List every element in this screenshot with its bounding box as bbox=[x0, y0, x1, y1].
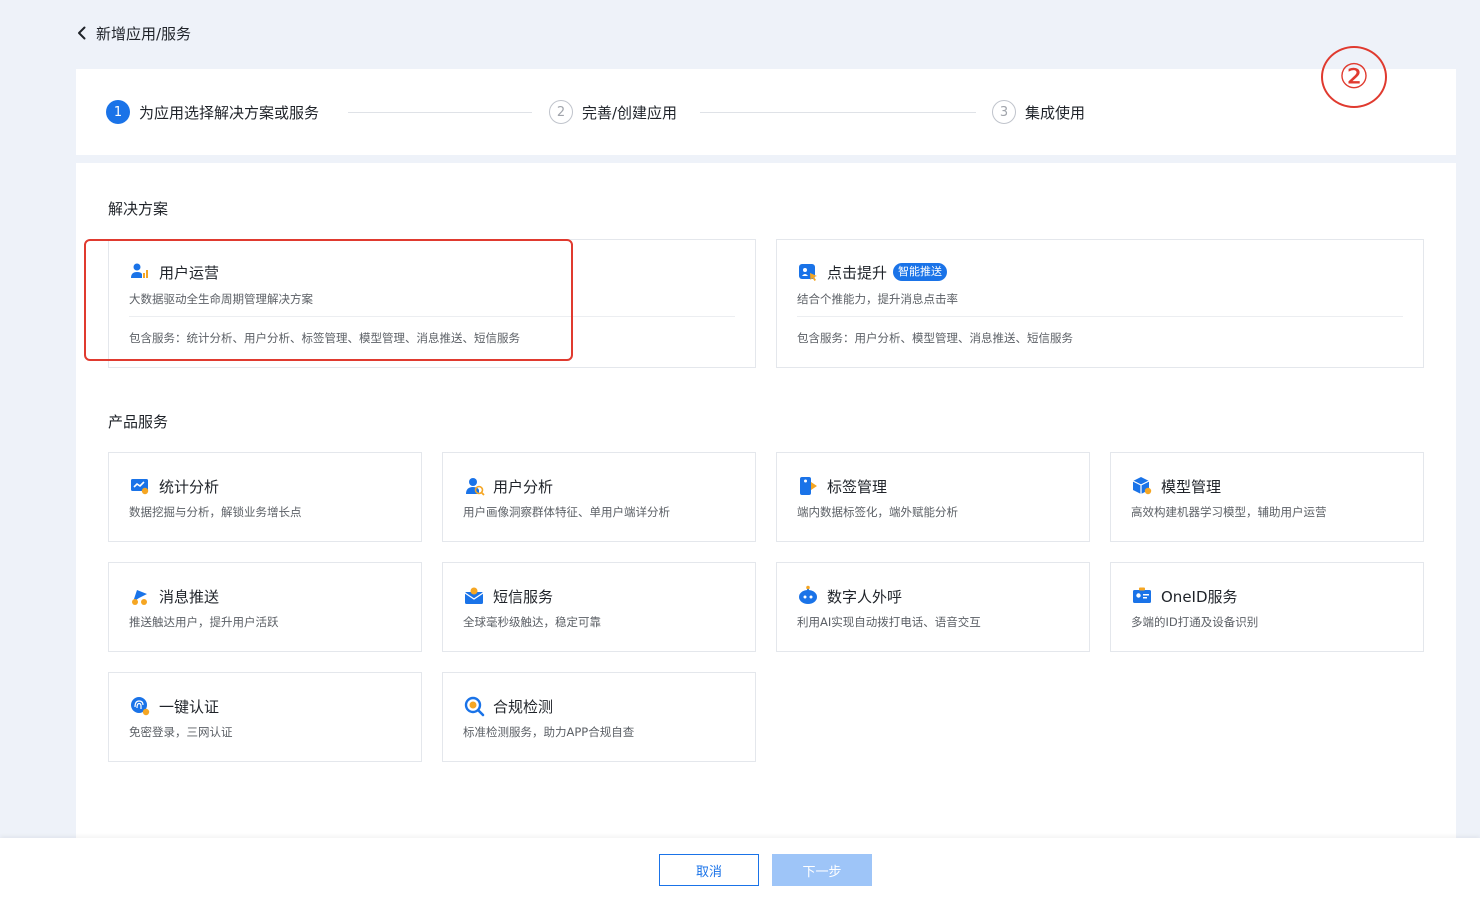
service-card-oneid[interactable]: OneID服务 多端的ID打通及设备识别 bbox=[1110, 562, 1424, 652]
card-header: 合规检测 bbox=[463, 695, 553, 717]
card-divider bbox=[129, 316, 735, 317]
card-title: 合规检测 bbox=[493, 697, 554, 716]
step-label: 完善/创建应用 bbox=[582, 103, 678, 122]
card-header: 短信服务 bbox=[463, 585, 553, 607]
card-divider bbox=[797, 316, 1403, 317]
card-title: 一键认证 bbox=[159, 697, 220, 716]
service-card-one-click-auth[interactable]: 一键认证 免密登录，三网认证 bbox=[108, 672, 422, 762]
step-number: 2 bbox=[549, 100, 573, 124]
card-description: 标准检测服务，助力APP合规自查 bbox=[463, 725, 635, 739]
card-header: 模型管理 bbox=[1131, 475, 1221, 497]
step-connector bbox=[700, 112, 976, 113]
card-title: 用户运营 bbox=[159, 263, 220, 282]
card-title: 数字人外呼 bbox=[827, 587, 903, 606]
fingerprint-icon bbox=[131, 697, 150, 716]
card-title: 统计分析 bbox=[159, 477, 220, 496]
smart-push-badge: 智能推送 bbox=[893, 263, 948, 281]
page-header: 新增应用/服务 bbox=[74, 22, 191, 44]
card-header: 一键认证 bbox=[129, 695, 219, 717]
user-operation-icon bbox=[131, 263, 148, 278]
card-title: OneID服务 bbox=[1161, 587, 1238, 606]
card-description: 数据挖掘与分析，解锁业务增长点 bbox=[129, 505, 302, 519]
step-label: 为应用选择解决方案或服务 bbox=[139, 103, 320, 122]
card-title: 标签管理 bbox=[827, 477, 888, 496]
card-services: 包含服务：统计分析、用户分析、标签管理、模型管理、消息推送、短信服务 bbox=[129, 331, 520, 345]
chevron-left-icon[interactable] bbox=[74, 25, 90, 41]
service-card-sms[interactable]: 短信服务 全球毫秒级触达，稳定可靠 bbox=[442, 562, 756, 652]
card-description: 免密登录，三网认证 bbox=[129, 725, 233, 739]
step-number: 3 bbox=[992, 100, 1016, 124]
footer-bar: 取消 下一步 bbox=[0, 838, 1480, 897]
cancel-button[interactable]: 取消 bbox=[659, 854, 759, 886]
push-icon bbox=[132, 590, 147, 605]
service-card-compliance[interactable]: 合规检测 标准检测服务，助力APP合规自查 bbox=[442, 672, 756, 762]
card-description: 全球毫秒级触达，稳定可靠 bbox=[463, 615, 601, 629]
compliance-check-icon bbox=[464, 696, 485, 717]
steps-bar: 1 为应用选择解决方案或服务 2 完善/创建应用 3 集成使用 bbox=[76, 69, 1456, 155]
service-card-digital-human[interactable]: 数字人外呼 利用AI实现自动拨打电话、语音交互 bbox=[776, 562, 1090, 652]
model-cube-icon bbox=[1132, 477, 1152, 495]
main-content: 解决方案 用户运营 大数据驱动全生命周期管理解决方案 包含服务：统计分析、用户分… bbox=[76, 163, 1456, 838]
section-title-products: 产品服务 bbox=[108, 413, 169, 431]
card-header: 标签管理 bbox=[797, 475, 887, 497]
step-3: 3 集成使用 bbox=[992, 100, 1085, 124]
step-label: 集成使用 bbox=[1025, 103, 1086, 122]
card-services: 包含服务：用户分析、模型管理、消息推送、短信服务 bbox=[797, 331, 1073, 345]
sms-icon bbox=[464, 587, 484, 604]
card-title: 模型管理 bbox=[1161, 477, 1222, 496]
next-step-button[interactable]: 下一步 bbox=[772, 854, 872, 886]
card-title: 消息推送 bbox=[159, 587, 220, 606]
statistics-icon bbox=[131, 479, 149, 495]
service-card-model[interactable]: 模型管理 高效构建机器学习模型，辅助用户运营 bbox=[1110, 452, 1424, 542]
tag-icon bbox=[800, 477, 817, 495]
card-description: 高效构建机器学习模型，辅助用户运营 bbox=[1131, 505, 1327, 519]
service-card-statistics[interactable]: 统计分析 数据挖掘与分析，解锁业务增长点 bbox=[108, 452, 422, 542]
service-card-push[interactable]: 消息推送 推送触达用户，提升用户活跃 bbox=[108, 562, 422, 652]
step-number: 1 bbox=[106, 100, 130, 124]
annotation-marker: ② bbox=[1321, 46, 1387, 108]
solution-card-click-boost[interactable]: 点击提升 智能推送 结合个推能力，提升消息点击率 包含服务：用户分析、模型管理、… bbox=[776, 239, 1424, 368]
card-description: 利用AI实现自动拨打电话、语音交互 bbox=[797, 615, 981, 629]
card-header: 用户分析 bbox=[463, 475, 553, 497]
solution-card-user-operation[interactable]: 用户运营 大数据驱动全生命周期管理解决方案 包含服务：统计分析、用户分析、标签管… bbox=[108, 239, 756, 368]
step-2: 2 完善/创建应用 bbox=[549, 100, 677, 124]
card-title: 点击提升 bbox=[827, 263, 888, 282]
card-header: 点击提升 智能推送 bbox=[797, 261, 948, 283]
card-header: 用户运营 bbox=[129, 261, 219, 283]
click-boost-icon bbox=[799, 264, 817, 281]
id-card-icon bbox=[1133, 587, 1151, 603]
card-description: 推送触达用户，提升用户活跃 bbox=[129, 615, 279, 629]
card-header: 消息推送 bbox=[129, 585, 219, 607]
card-header: OneID服务 bbox=[1131, 585, 1238, 607]
robot-call-icon bbox=[799, 585, 817, 604]
card-header: 数字人外呼 bbox=[797, 585, 902, 607]
card-description: 用户画像洞察群体特征、单用户端详分析 bbox=[463, 505, 670, 519]
card-description: 端内数据标签化，端外赋能分析 bbox=[797, 505, 958, 519]
card-header: 统计分析 bbox=[129, 475, 219, 497]
service-card-user-analysis[interactable]: 用户分析 用户画像洞察群体特征、单用户端详分析 bbox=[442, 452, 756, 542]
page-title: 新增应用/服务 bbox=[96, 24, 192, 43]
card-title: 用户分析 bbox=[493, 477, 554, 496]
card-description: 大数据驱动全生命周期管理解决方案 bbox=[129, 292, 313, 306]
card-description: 结合个推能力，提升消息点击率 bbox=[797, 292, 958, 306]
step-connector bbox=[348, 112, 532, 113]
user-analysis-icon bbox=[466, 478, 485, 496]
service-card-tag[interactable]: 标签管理 端内数据标签化，端外赋能分析 bbox=[776, 452, 1090, 542]
section-title-solutions: 解决方案 bbox=[108, 200, 169, 218]
card-title: 短信服务 bbox=[493, 587, 554, 606]
card-description: 多端的ID打通及设备识别 bbox=[1131, 615, 1259, 629]
step-1: 1 为应用选择解决方案或服务 bbox=[106, 100, 319, 124]
